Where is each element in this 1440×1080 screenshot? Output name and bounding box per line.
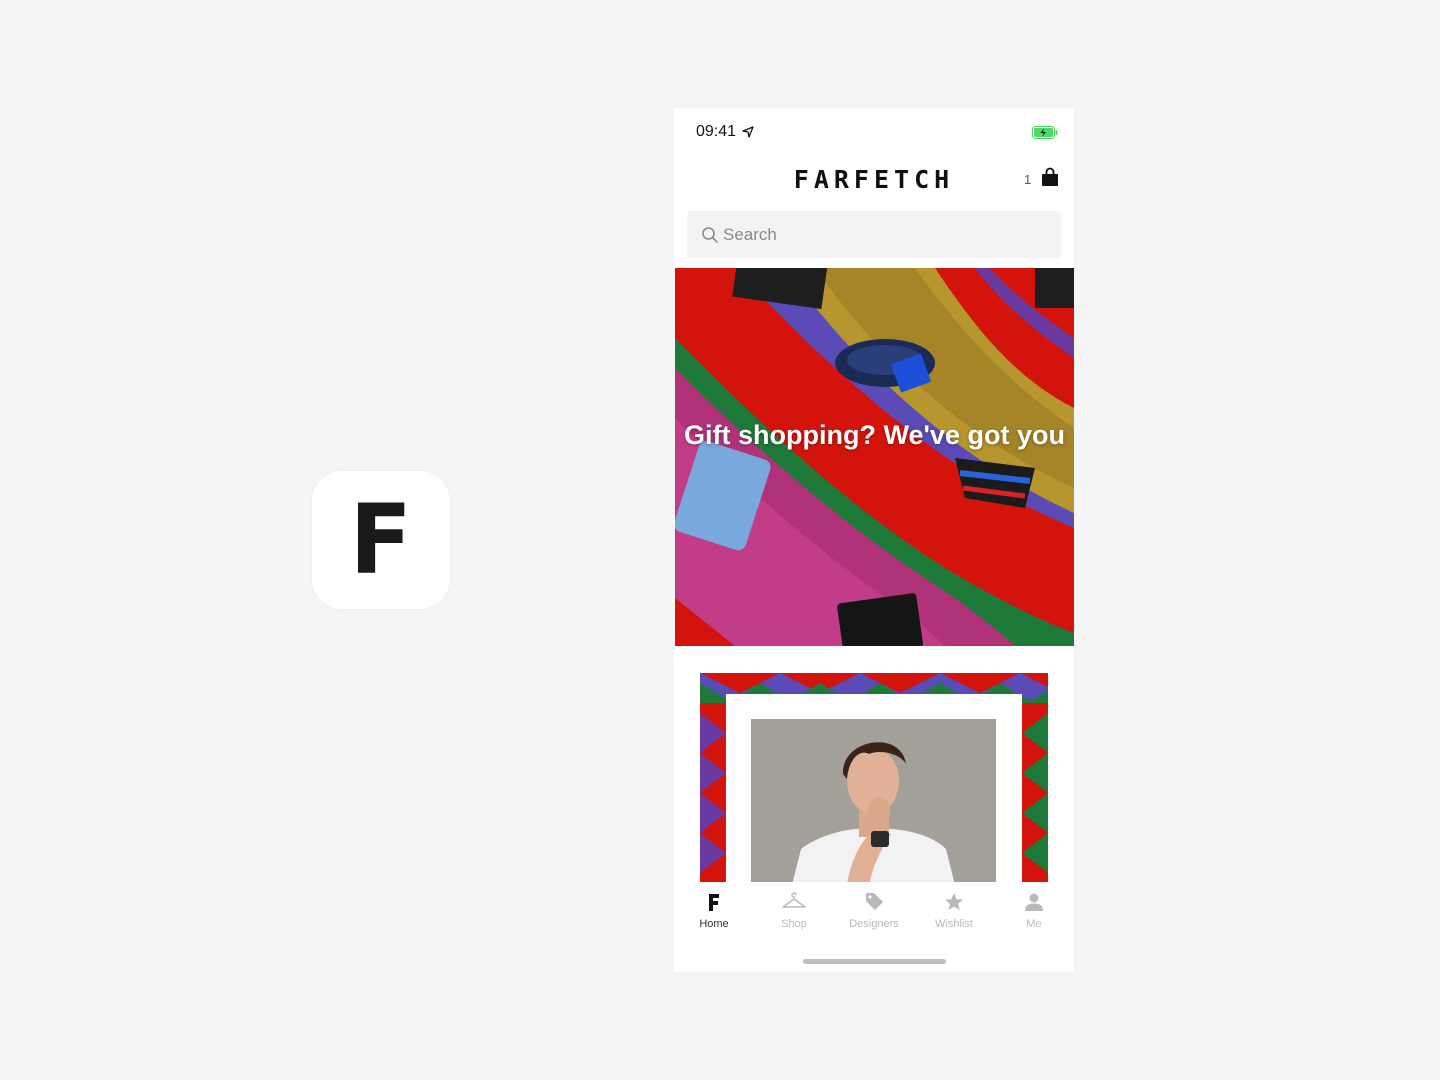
location-icon <box>742 126 754 138</box>
app-header: FARFETCH 1 <box>674 158 1074 202</box>
tab-label-wishlist: Wishlist <box>935 918 973 930</box>
promo-card[interactable] <box>700 673 1048 883</box>
promo-inner-card <box>726 694 1022 883</box>
search-icon <box>702 227 718 243</box>
tab-label-shop: Shop <box>781 918 807 930</box>
tab-me[interactable]: Me <box>994 890 1074 940</box>
home-indicator[interactable] <box>803 959 946 964</box>
person-icon <box>1025 893 1043 911</box>
status-bar: 09:41 <box>674 108 1074 158</box>
hero-headline: Gift shopping? We've got you <box>684 420 1065 450</box>
shopping-bag-icon[interactable] <box>1040 167 1060 187</box>
tab-shop[interactable]: Shop <box>754 890 834 940</box>
farfetch-app-icon[interactable]: F <box>312 471 450 609</box>
farfetch-f-icon <box>709 894 719 911</box>
star-icon <box>945 893 963 910</box>
tab-label-me: Me <box>1026 918 1042 930</box>
tab-wishlist[interactable]: Wishlist <box>914 890 994 940</box>
hero-artwork <box>675 268 1074 646</box>
battery-charging-icon <box>1032 126 1058 139</box>
app-icon-letter: F <box>349 484 413 596</box>
brand-logo[interactable]: FARFETCH <box>674 165 1074 194</box>
search-input[interactable] <box>723 211 1043 258</box>
hero-banner[interactable]: Gift shopping? We've got you <box>675 268 1074 646</box>
promo-photo <box>751 719 996 883</box>
tab-designers[interactable]: Designers <box>834 890 914 940</box>
phone-screen: 09:41 FARFETCH 1 Search Gift shopping? W… <box>674 108 1074 972</box>
tab-home[interactable]: Home <box>674 890 754 940</box>
hanger-icon <box>782 892 806 908</box>
search-bar[interactable] <box>687 211 1061 258</box>
tab-label-designers: Designers <box>849 918 899 930</box>
bag-count[interactable]: 1 <box>1024 172 1031 187</box>
status-time: 09:41 <box>696 123 737 140</box>
tag-icon <box>866 893 883 910</box>
tab-label-home: Home <box>699 918 729 930</box>
